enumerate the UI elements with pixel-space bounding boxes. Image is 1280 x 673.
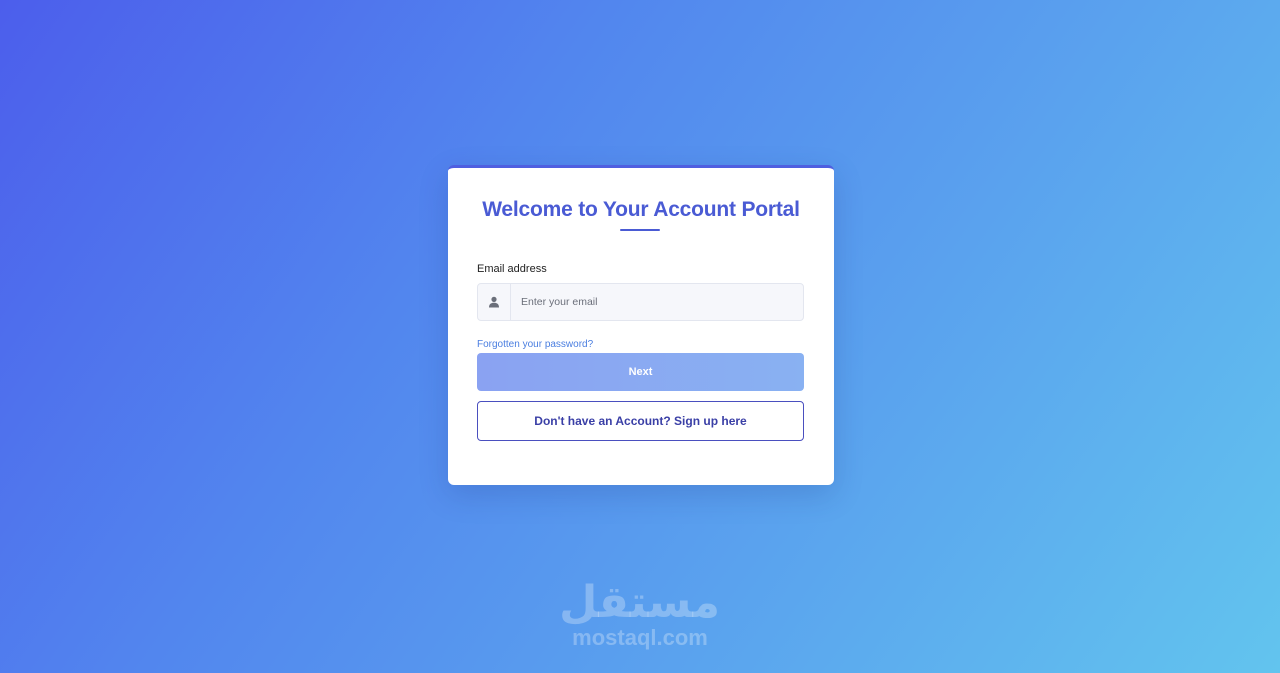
page-title: Welcome to Your Account Portal bbox=[482, 198, 800, 221]
user-icon bbox=[478, 284, 511, 320]
page-background: Welcome to Your Account Portal Email add… bbox=[0, 0, 1280, 673]
email-label: Email address bbox=[477, 263, 547, 275]
email-input[interactable] bbox=[511, 284, 803, 320]
signup-button[interactable]: Don't have an Account? Sign up here bbox=[477, 401, 804, 441]
email-field-wrapper bbox=[477, 283, 804, 321]
watermark-latin: mostaql.com bbox=[572, 625, 708, 650]
next-button[interactable]: Next bbox=[477, 353, 804, 391]
watermark-arabic: مستقل bbox=[559, 577, 720, 628]
login-card: Welcome to Your Account Portal Email add… bbox=[448, 165, 834, 485]
watermark-logo: مستقل mostaql.com bbox=[559, 577, 720, 650]
forgot-password-link[interactable]: Forgotten your password? bbox=[477, 339, 593, 350]
title-underline bbox=[620, 229, 660, 231]
